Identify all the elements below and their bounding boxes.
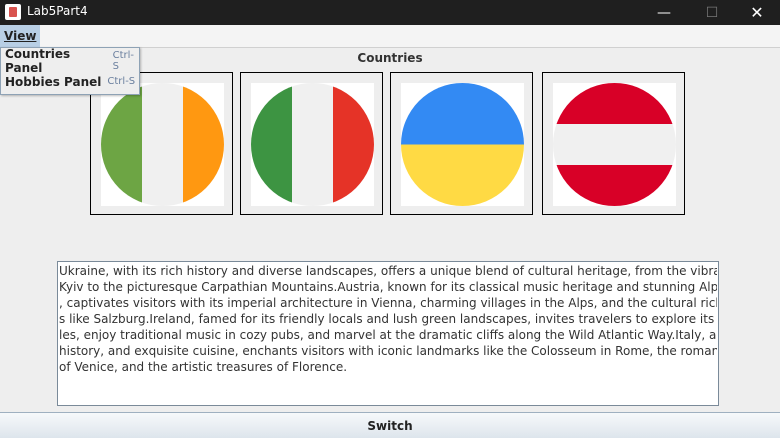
- text-line: , captivates visitors with its imperial …: [59, 296, 717, 310]
- flag-image-container: [401, 83, 524, 206]
- description-text-area[interactable]: Ukraine, with its rich history and diver…: [57, 261, 719, 406]
- minimize-button[interactable]: —: [641, 0, 687, 25]
- menu-bar: View: [0, 25, 780, 48]
- text-line: of Venice, and the artistic treasures of…: [59, 360, 348, 374]
- menu-item-shortcut: Ctrl-S: [107, 76, 136, 87]
- close-button[interactable]: ✕: [734, 0, 780, 25]
- austria-flag-icon: [553, 83, 676, 206]
- menu-item-hobbies-panel[interactable]: Hobbies Panel Ctrl-S: [1, 71, 139, 92]
- view-menu[interactable]: View: [0, 25, 41, 47]
- flag-button-austria[interactable]: [542, 72, 685, 215]
- flag-image-container: [251, 83, 374, 206]
- flag-button-ukraine[interactable]: [390, 72, 533, 215]
- java-app-icon: [5, 4, 21, 20]
- text-line: Ukraine, with its rich history and diver…: [59, 264, 717, 278]
- switch-button[interactable]: Switch: [0, 412, 780, 438]
- flag-image-container: [553, 83, 676, 206]
- text-line: Kyiv to the picturesque Carpathian Mount…: [59, 280, 717, 294]
- menu-item-label: Countries Panel: [5, 46, 71, 75]
- maximize-button[interactable]: ☐: [689, 0, 735, 25]
- flag-button-italy[interactable]: [240, 72, 383, 215]
- menu-item-countries-panel[interactable]: Countries Panel Ctrl-S: [1, 47, 139, 75]
- window-title: Lab5Part4: [27, 4, 88, 18]
- flag-image-container: [101, 83, 224, 206]
- menu-item-label: Hobbies Panel: [5, 74, 102, 89]
- italy-flag-icon: [251, 83, 374, 206]
- ireland-flag-icon: [101, 83, 224, 206]
- view-dropdown-menu: Countries Panel Ctrl-S Hobbies Panel Ctr…: [0, 47, 140, 95]
- menu-item-shortcut: Ctrl-S: [112, 49, 134, 72]
- text-line: history, and exquisite cuisine, enchants…: [59, 344, 717, 358]
- ukraine-flag-icon: [401, 83, 524, 206]
- title-bar: Lab5Part4 — ☐ ✕: [0, 0, 780, 25]
- text-line: s like Salzburg.Ireland, famed for its f…: [59, 312, 717, 326]
- text-line: les, enjoy traditional music in cozy pub…: [59, 328, 717, 342]
